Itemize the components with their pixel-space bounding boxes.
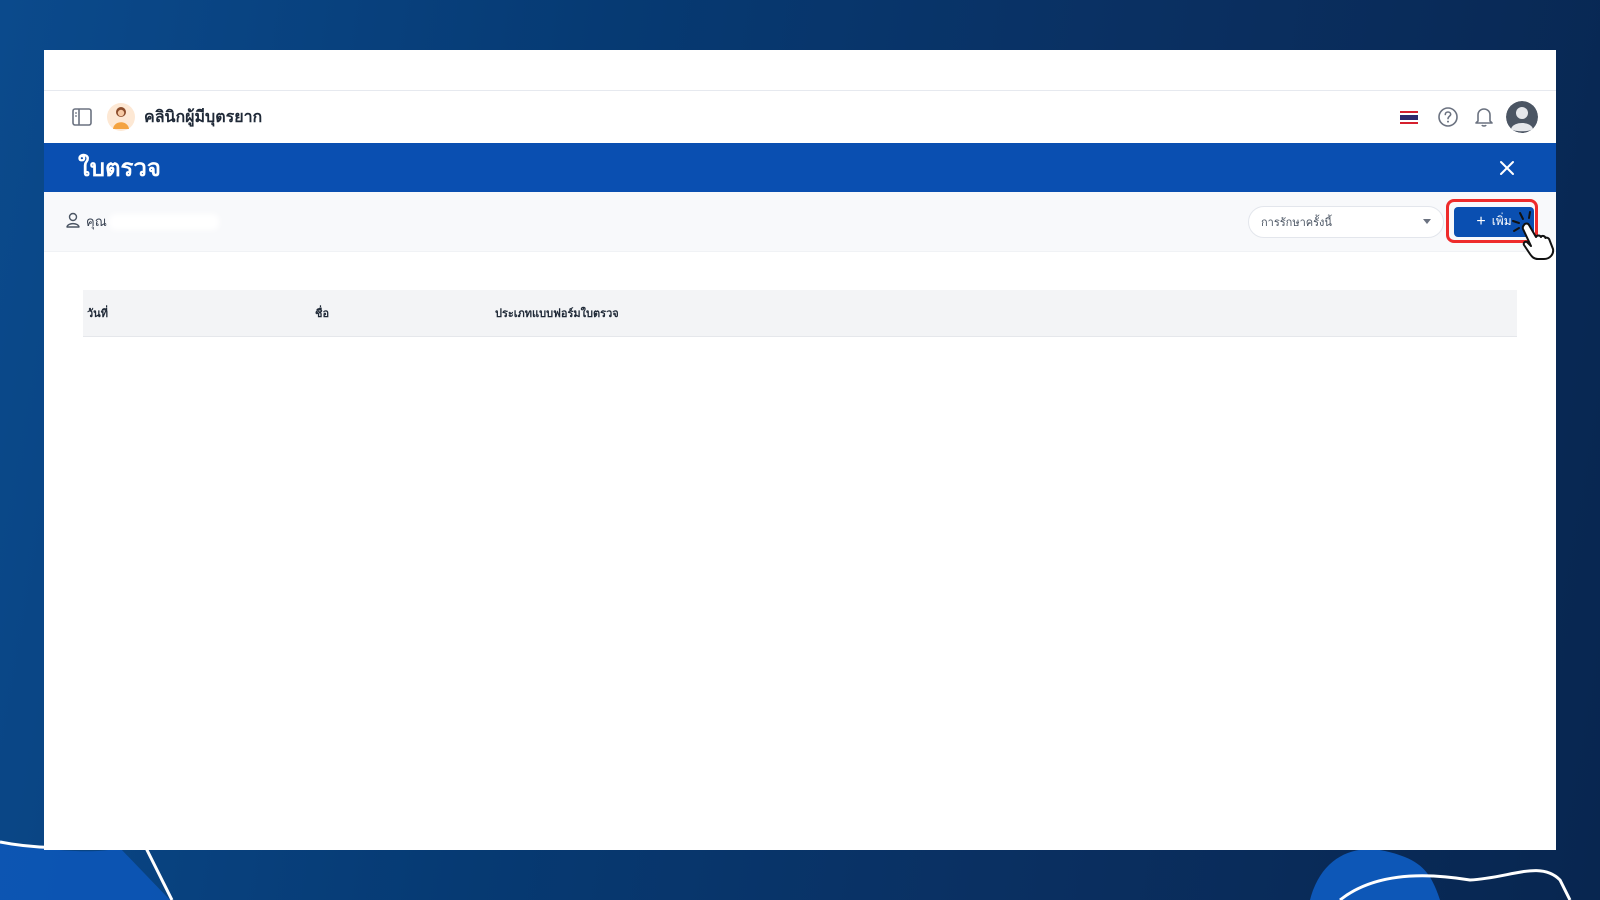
modal-title: ใบตรวจ [78, 155, 161, 182]
patient-name: คุณ [86, 214, 107, 229]
app-header: คลินิกผู้มีบุตรยาก [44, 91, 1556, 143]
exam-table-container: วันที่ ชื่อ ประเภทแบบฟอร์มใบตรวจ [44, 252, 1556, 337]
app-window: คลินิกผู้มีบุตรยาก ใบตรวจ คุณ การรักษาคร… [44, 50, 1556, 850]
close-icon[interactable] [1492, 153, 1522, 183]
treatment-filter-select[interactable]: การรักษาครั้งนี้ [1248, 205, 1444, 238]
browser-top-strip [44, 50, 1556, 91]
user-avatar[interactable] [1506, 101, 1538, 133]
table-header-row: วันที่ ชื่อ ประเภทแบบฟอร์มใบตรวจ [83, 290, 1517, 337]
plus-icon: + [1476, 212, 1486, 230]
modal-header: ใบตรวจ [44, 143, 1556, 192]
column-header-name[interactable]: ชื่อ [311, 290, 491, 337]
chevron-down-icon [1423, 219, 1431, 224]
column-header-form-type[interactable]: ประเภทแบบฟอร์มใบตรวจ [491, 290, 1517, 337]
patient-name-redacted [108, 213, 219, 230]
treatment-filter-value: การรักษาครั้งนี้ [1261, 216, 1332, 229]
clinic-name: คลินิกผู้มีบุตรยาก [144, 108, 263, 126]
add-button-wrapper: + เพิ่ม [1446, 198, 1555, 260]
column-header-date[interactable]: วันที่ [83, 290, 311, 337]
user-icon [66, 212, 80, 231]
modal-toolbar: คุณ การรักษาครั้งนี้ + เพิ่ม [44, 192, 1556, 260]
thai-flag-icon[interactable] [1398, 103, 1426, 131]
bell-icon[interactable] [1470, 103, 1498, 131]
clinic-logo [106, 102, 136, 132]
add-button-label: เพิ่ม [1491, 214, 1512, 228]
patient-info: คุณ [66, 211, 219, 232]
sidebar-toggle-icon[interactable] [70, 105, 94, 129]
hand-pointer-icon [1512, 210, 1555, 260]
help-circle-icon[interactable] [1434, 103, 1462, 131]
exam-table: วันที่ ชื่อ ประเภทแบบฟอร์มใบตรวจ [83, 290, 1517, 337]
